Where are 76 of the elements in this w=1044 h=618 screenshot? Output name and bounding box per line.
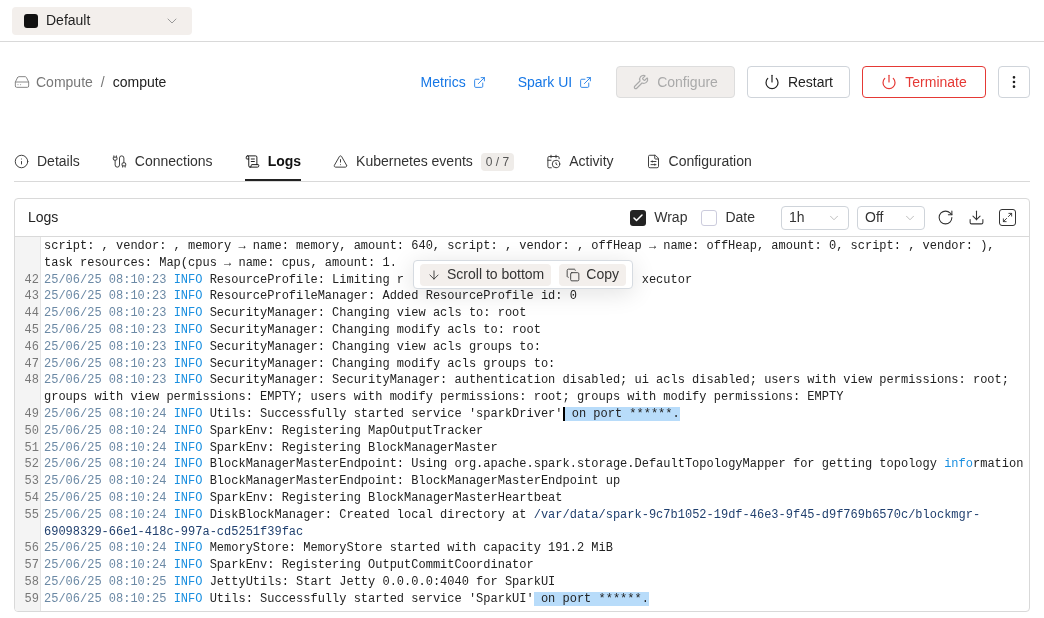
sliders-icon <box>645 154 661 169</box>
log-line: 25/06/25 08:10:24 INFO DiskBlockManager: Created local directory at /var/data/spark-9c7b1052-19df-46e3-9f45-d9f769b6570c/blockmgr-69098329-66e1-418c-997a-cd5251f39fac <box>43 506 982 541</box>
log-line: 25/06/25 08:10:23 INFO SecurityManager: Changing modify acls groups to: <box>43 355 557 373</box>
log-line: 25/06/25 08:10:23 INFO SecurityManager: Changing modify acls to: root <box>43 322 542 339</box>
line-number: 54 <box>23 489 40 507</box>
log-line: 25/06/25 08:10:24 INFO SparkEnv: Registering BlockManagerMaster <box>43 439 499 457</box>
terminate-button[interactable]: Terminate <box>862 66 986 98</box>
tab[interactable]: Activity <box>546 144 614 181</box>
plug-icon <box>111 154 127 169</box>
dropdown-select[interactable]: Off <box>857 205 925 230</box>
document-icon <box>244 154 260 169</box>
panel-title: Logs <box>28 208 59 227</box>
line-number: 50 <box>23 422 40 440</box>
line-number: 42 <box>23 271 40 289</box>
drive-icon <box>14 74 30 90</box>
line-number: 48 <box>23 372 40 390</box>
log-line: 25/06/25 08:10:23 INFO ResourceProfileManager: Added ResourceProfile id: 0 <box>43 288 578 306</box>
line-number: 55 <box>23 506 40 524</box>
power-icon <box>763 74 780 90</box>
line-number: 51 <box>23 439 40 457</box>
copy-button[interactable]: Copy <box>559 263 626 286</box>
download-icon[interactable] <box>968 209 985 226</box>
line-number: 53 <box>23 473 40 490</box>
log-line: 25/06/25 08:10:24 INFO Utils: Successfully started service 'sparkDriver' on port ******. <box>43 405 681 423</box>
external-link[interactable]: Spark UI <box>517 71 593 93</box>
external-link[interactable]: Metrics <box>420 71 486 93</box>
checkbox[interactable]: Date <box>701 207 755 228</box>
line-number: 58 <box>23 573 40 591</box>
log-line: 25/06/25 08:10:25 INFO JettyUtils: Start Jetty 0.0.0.0:4040 for SparkUI <box>43 573 557 591</box>
breadcrumb-link[interactable]: Compute <box>36 71 93 93</box>
line-number: 49 <box>23 405 40 423</box>
line-number: 57 <box>23 557 40 574</box>
tab[interactable]: Logs <box>244 144 302 181</box>
log-line: 25/06/25 08:10:23 INFO SecurityManager: Changing view acls to: root <box>43 305 528 322</box>
arrow-down-icon <box>427 267 441 282</box>
log-line: 25/06/25 08:10:25 INFO Utils: Successfully started service 'SparkUI' on port ******. <box>43 590 650 608</box>
copy-icon <box>566 267 581 282</box>
tab[interactable]: Kubernetes events 0 / 7 <box>333 144 515 181</box>
log-line: 25/06/25 08:10:24 INFO SparkEnv: Registering MapOutputTracker <box>43 422 485 440</box>
power-icon <box>881 74 898 90</box>
restart-button[interactable]: Restart <box>746 66 850 98</box>
line-number: 46 <box>23 338 40 356</box>
log-line: 25/06/25 08:10:24 INFO MemoryStore: MemoryStore started with capacity 191.2 MiB <box>43 540 614 558</box>
log-line: 25/06/25 08:10:24 INFO BlockManagerMasterEndpoint: BlockManagerMasterEndpoint up <box>43 473 622 490</box>
external-link-icon <box>579 75 593 89</box>
external-link-icon <box>472 75 486 89</box>
line-number: 45 <box>23 322 40 339</box>
line-number: 47 <box>23 355 40 373</box>
expand-icon[interactable] <box>999 209 1016 226</box>
info-icon <box>14 154 29 169</box>
log-line: 25/06/25 08:10:23 INFO ResourceProfile: Limiting r <box>44 271 405 289</box>
count-badge: 0 / 7 <box>480 152 515 171</box>
dropdown-select[interactable]: 1h <box>781 205 849 230</box>
refresh-icon[interactable] <box>937 209 954 226</box>
log-line: xecutor <box>641 271 693 289</box>
warning-icon <box>333 154 349 169</box>
breadcrumb-current: compute <box>112 72 167 92</box>
log-line: 25/06/25 08:10:24 INFO SparkEnv: Registering OutputCommitCoordinator <box>43 557 535 574</box>
checkbox[interactable]: Wrap <box>630 207 688 228</box>
line-number: 44 <box>23 305 40 322</box>
check-icon <box>632 211 645 224</box>
scroll-to-bottom-button[interactable]: Scroll to bottom <box>420 263 552 286</box>
log-line: 25/06/25 08:10:24 INFO BlockManagerMasterEndpoint: Using org.apache.spark.storage.DefaultTopologyMapper for getting topology information <box>43 456 1025 474</box>
environment-select[interactable]: Default <box>12 6 192 35</box>
tab[interactable]: Details <box>14 144 80 181</box>
line-number: 59 <box>23 590 40 608</box>
log-line: 25/06/25 08:10:23 INFO SecurityManager: Changing view acls groups to: <box>43 338 542 356</box>
line-number: 52 <box>23 456 40 474</box>
tab[interactable]: Configuration <box>645 144 752 181</box>
line-number: 56 <box>23 540 40 558</box>
breadcrumb-separator: / <box>100 72 105 92</box>
tab[interactable]: Connections <box>111 144 213 181</box>
line-number: 43 <box>23 288 40 306</box>
calendar-icon <box>546 154 562 169</box>
log-line: 25/06/25 08:10:24 INFO SparkEnv: Registering BlockManagerMasterHeartbeat <box>43 489 564 507</box>
wrench-icon <box>633 74 650 90</box>
